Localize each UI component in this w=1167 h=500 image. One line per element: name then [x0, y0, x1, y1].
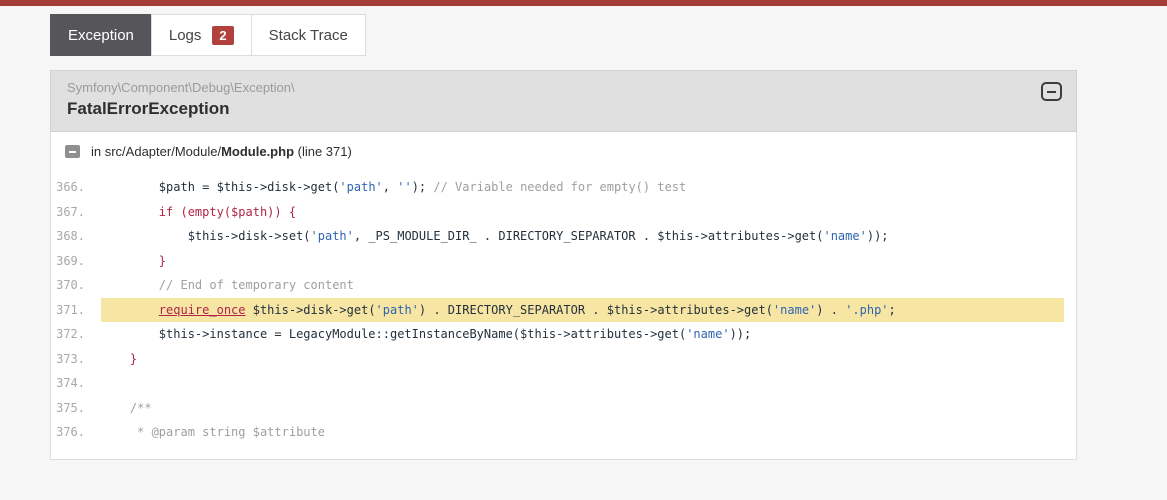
line-number: 367. [56, 204, 85, 219]
exception-panel: Symfony\Component\Debug\Exception\ Fatal… [50, 70, 1077, 460]
code-line: 369. } [51, 249, 1076, 274]
line-number: 366. [56, 180, 85, 194]
line-code: } [158, 253, 167, 268]
exception-header: Symfony\Component\Debug\Exception\ Fatal… [50, 70, 1077, 132]
top-accent-bar [0, 0, 1167, 6]
file-name: Module.php [221, 144, 295, 159]
file-location: in src/Adapter/Module/Module.php (line 3… [91, 144, 352, 159]
line-number: 371. [56, 302, 85, 317]
code-line: 374. [51, 371, 1076, 396]
tab-stack-trace[interactable]: Stack Trace [250, 14, 366, 56]
line-number: 374. [56, 376, 85, 390]
tab-logs[interactable]: Logs 2 [150, 14, 252, 56]
code-line: 368. $this->disk->set('path', _PS_MODULE… [51, 224, 1076, 249]
code-line: 372. $this->instance = LegacyModule::get… [51, 322, 1076, 347]
logs-count-badge: 2 [212, 25, 234, 45]
code-line: 373. } [51, 347, 1076, 372]
line-code: $path = $this->disk->get('path', ''); //… [101, 180, 687, 194]
tab-stack-trace-label: Stack Trace [268, 26, 348, 44]
line-code: $this->instance = LegacyModule::getInsta… [101, 327, 752, 341]
file-location-suffix: (line 371) [294, 144, 352, 159]
line-number: 369. [56, 253, 85, 268]
line-code: $this->disk->set('path', _PS_MODULE_DIR_… [101, 229, 889, 243]
line-number: 376. [56, 425, 85, 439]
code-line: 370. // End of temporary content [51, 273, 1076, 298]
minus-icon [69, 150, 76, 153]
line-code: // End of temporary content [158, 278, 354, 292]
code-listing: 366. $path = $this->disk->get('path', ''… [51, 169, 1076, 459]
line-number: 368. [56, 229, 85, 243]
line-code: /** [129, 400, 152, 415]
line-code: if (empty($path)) { [158, 204, 297, 219]
line-number: 375. [56, 400, 85, 415]
tab-exception-label: Exception [68, 26, 134, 44]
file-location-prefix: in src/Adapter/Module/ [91, 144, 222, 159]
debug-tabs: Exception Logs 2 Stack Trace [50, 14, 1167, 56]
code-line: 375. /** [51, 396, 1076, 421]
line-number: 372. [56, 327, 85, 341]
minus-icon [1047, 90, 1056, 93]
line-code: } [129, 351, 138, 366]
line-number: 370. [56, 278, 85, 292]
code-line: 367. if (empty($path)) { [51, 200, 1076, 225]
line-code: * @param string $attribute [129, 425, 325, 439]
code-line: 366. $path = $this->disk->get('path', ''… [51, 175, 1076, 200]
line-code: require_once $this->disk->get('path') . … [101, 297, 1064, 322]
collapse-code-button[interactable] [65, 145, 80, 158]
file-location-row: in src/Adapter/Module/Module.php (line 3… [51, 132, 1076, 169]
tab-logs-label: Logs [168, 26, 202, 44]
exception-body: in src/Adapter/Module/Module.php (line 3… [50, 132, 1077, 460]
code-line-highlighted: 371. require_once $this->disk->get('path… [51, 297, 1076, 322]
line-number: 373. [56, 351, 85, 366]
collapse-exception-button[interactable] [1041, 82, 1062, 101]
tab-exception[interactable]: Exception [50, 14, 152, 56]
code-line: 376. * @param string $attribute [51, 420, 1076, 445]
exception-namespace: Symfony\Component\Debug\Exception\ [67, 80, 295, 95]
exception-name: FatalErrorException [67, 99, 230, 118]
